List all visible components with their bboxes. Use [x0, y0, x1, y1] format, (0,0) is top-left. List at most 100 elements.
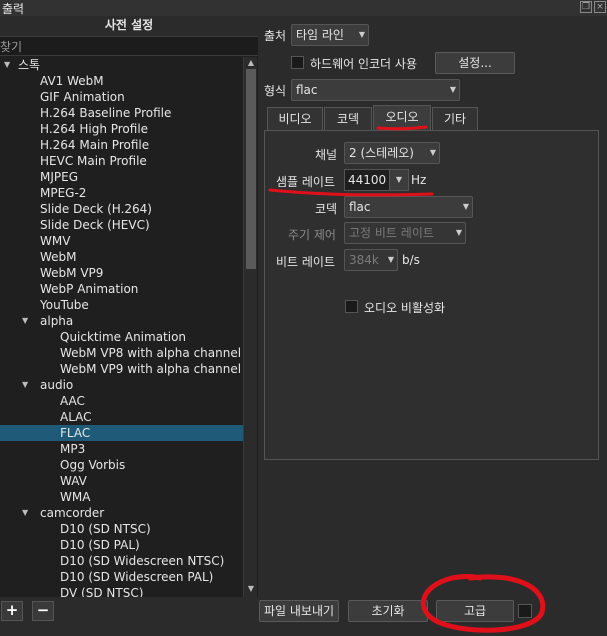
tree-item[interactable]: WebM VP9 with alpha channel	[0, 361, 243, 377]
bitrate-label: 비트 레이트	[276, 255, 336, 269]
tree-item[interactable]: Ogg Vorbis	[0, 457, 243, 473]
expand-arrow-icon[interactable]: ▼	[22, 377, 28, 393]
preset-search-input[interactable]: 찾기	[0, 36, 258, 56]
tree-item-label: DV (SD NTSC)	[60, 586, 144, 597]
window-title: 출력	[2, 2, 25, 16]
hw-settings-button[interactable]: 설정...	[435, 52, 515, 74]
hw-encoder-label: 하드웨어 인코더 사용	[310, 57, 417, 71]
audio-codec-select[interactable]: flac ▼	[344, 196, 473, 218]
tree-item-label: WMA	[60, 490, 91, 504]
advanced-toggle-box[interactable]	[518, 604, 532, 618]
add-preset-button[interactable]: +	[1, 601, 23, 621]
reset-button[interactable]: 초기화	[348, 600, 428, 622]
tree-item-label: MPEG-2	[40, 186, 87, 200]
tree-group[interactable]: ▼ 스톡	[0, 57, 243, 73]
tree-item-label: WebM VP8 with alpha channel	[60, 346, 242, 360]
tree-item-label: 스톡	[18, 58, 41, 72]
expand-arrow-icon[interactable]: ▼	[4, 57, 10, 73]
scroll-down-icon[interactable]: ▼	[246, 584, 256, 594]
presets-header: 사전 설정	[0, 16, 258, 36]
tree-item[interactable]: HEVC Main Profile	[0, 153, 243, 169]
tree-item[interactable]: WebM VP8 with alpha channel	[0, 345, 243, 361]
tree-item[interactable]: GIF Animation	[0, 89, 243, 105]
bitrate-select: 384k ▼	[344, 249, 398, 271]
export-file-button[interactable]: 파일 내보내기	[259, 600, 339, 622]
tree-item-label: D10 (SD Widescreen NTSC)	[60, 554, 225, 568]
tree-item[interactable]: H.264 High Profile	[0, 121, 243, 137]
tab-other[interactable]: 기타	[432, 107, 478, 130]
tree-item[interactable]: D10 (SD NTSC)	[0, 521, 243, 537]
sample-rate-input[interactable]: 44100	[344, 169, 390, 191]
tree-item[interactable]: YouTube	[0, 297, 243, 313]
chevron-down-icon: ▼	[429, 148, 436, 157]
tree-item[interactable]: D10 (SD Widescreen NTSC)	[0, 553, 243, 569]
rate-control-value: 고정 비트 레이트	[349, 226, 434, 240]
tree-item[interactable]: ALAC	[0, 409, 243, 425]
tree-item[interactable]: WebM VP9	[0, 265, 243, 281]
expand-arrow-icon[interactable]: ▼	[22, 505, 28, 521]
presets-toolbar: + −	[0, 597, 258, 636]
scroll-up-icon[interactable]: ▲	[246, 58, 256, 68]
tree-item-label: camcorder	[40, 506, 105, 520]
tree-item-label: audio	[40, 378, 74, 392]
chevron-down-icon: ▼	[455, 228, 462, 237]
tree-item[interactable]: DV (SD NTSC)	[0, 585, 243, 597]
tree-item-label: WebM VP9 with alpha channel	[60, 362, 242, 376]
tree-item[interactable]: H.264 Main Profile	[0, 137, 243, 153]
tree-item[interactable]: Slide Deck (H.264)	[0, 201, 243, 217]
tree-item-label: WebP Animation	[40, 282, 139, 296]
preset-tree[interactable]: ▼ 스톡 AV1 WebM GIF Animation H.264 Baseline P…	[0, 57, 243, 597]
remove-preset-button[interactable]: −	[32, 601, 54, 621]
tree-item-label: D10 (SD PAL)	[60, 538, 140, 552]
tab-audio[interactable]: 오디오	[373, 105, 431, 130]
advanced-button[interactable]: 고급	[436, 600, 514, 622]
chevron-down-icon: ▼	[358, 30, 365, 39]
tree-item-label: H.264 High Profile	[40, 122, 149, 136]
tree-item[interactable]: Slide Deck (HEVC)	[0, 217, 243, 233]
channels-select[interactable]: 2 (스테레오) ▼	[344, 142, 440, 164]
tree-item-label: H.264 Baseline Profile	[40, 106, 172, 120]
tree-item[interactable]: Quicktime Animation	[0, 329, 243, 345]
tree-item[interactable]: D10 (SD Widescreen PAL)	[0, 569, 243, 585]
tree-item[interactable]: WAV	[0, 473, 243, 489]
sample-rate-dropdown-icon[interactable]: ▼	[389, 169, 409, 191]
hw-encoder-checkbox[interactable]	[291, 56, 304, 69]
expand-arrow-icon[interactable]: ▼	[22, 313, 28, 329]
tree-item-label: alpha	[40, 314, 74, 328]
format-select-value: flac	[296, 83, 318, 97]
tree-item[interactable]: WebM	[0, 249, 243, 265]
codec-label: 코덱	[315, 202, 338, 216]
tree-item-label: D10 (SD Widescreen PAL)	[60, 570, 214, 584]
tree-item-label: MJPEG	[40, 170, 79, 184]
sample-rate-unit: Hz	[411, 173, 427, 187]
scrollbar-thumb[interactable]	[246, 69, 256, 269]
search-placeholder: 찾기	[0, 40, 23, 54]
tree-item[interactable]: H.264 Baseline Profile	[0, 105, 243, 121]
tree-item[interactable]: AAC	[0, 393, 243, 409]
tree-group[interactable]: ▼ audio	[0, 377, 243, 393]
preset-tree-scrollbar[interactable]: ▲ ▼	[243, 57, 257, 597]
tree-item-label: MP3	[60, 442, 86, 456]
source-select[interactable]: 타임 라인 ▼	[291, 24, 369, 46]
tab-codec[interactable]: 코덱	[324, 107, 372, 130]
float-icon[interactable]: ❐	[580, 1, 592, 13]
tree-item[interactable]: AV1 WebM	[0, 73, 243, 89]
format-select[interactable]: flac ▼	[291, 79, 460, 101]
tab-video[interactable]: 비디오	[267, 107, 323, 130]
tree-item[interactable]: WebP Animation	[0, 281, 243, 297]
tree-group[interactable]: ▼ alpha	[0, 313, 243, 329]
tree-item[interactable]: WMA	[0, 489, 243, 505]
close-icon[interactable]: ×	[594, 1, 606, 13]
disable-audio-checkbox[interactable]	[345, 300, 358, 313]
tree-item[interactable]: MP3	[0, 441, 243, 457]
tree-item[interactable]: MPEG-2	[0, 185, 243, 201]
tree-item[interactable]: MJPEG	[0, 169, 243, 185]
tree-item-label: Ogg Vorbis	[60, 458, 126, 472]
tree-item[interactable]: WMV	[0, 233, 243, 249]
tree-item-label: Slide Deck (HEVC)	[40, 218, 150, 232]
title-bar: 출력 ❐ ×	[0, 0, 607, 16]
tree-item[interactable]: FLAC	[0, 425, 243, 441]
tree-item[interactable]: D10 (SD PAL)	[0, 537, 243, 553]
tree-item-label: WAV	[60, 474, 87, 488]
tree-group[interactable]: ▼ camcorder	[0, 505, 243, 521]
